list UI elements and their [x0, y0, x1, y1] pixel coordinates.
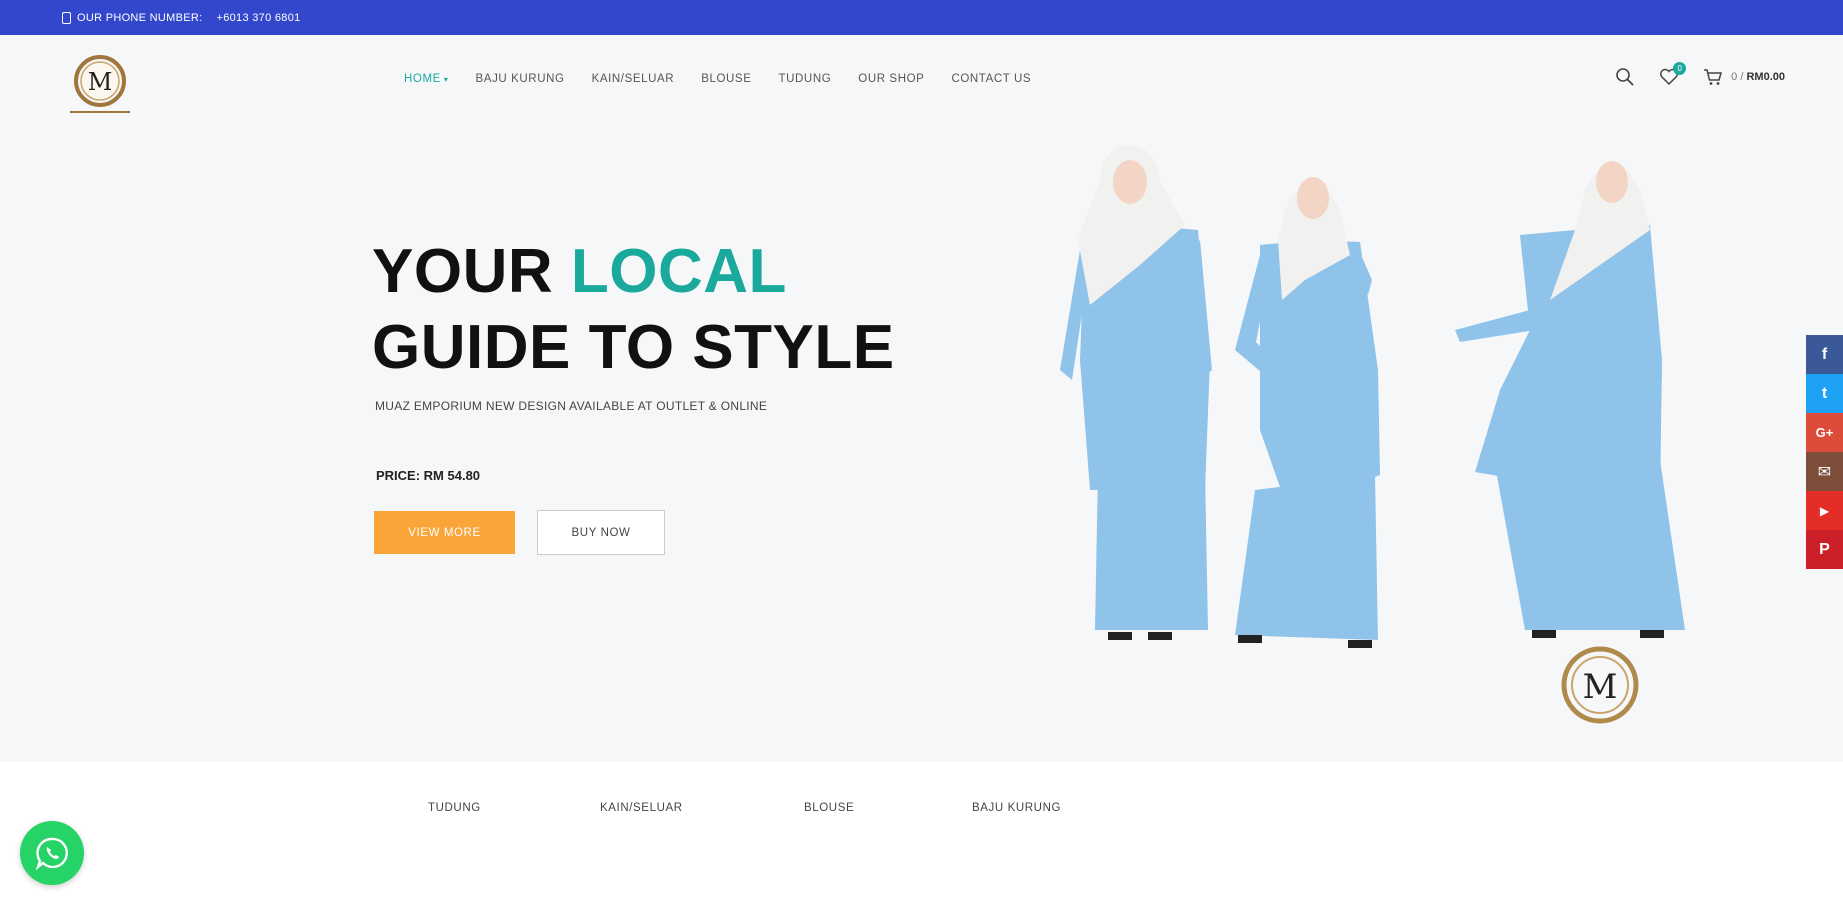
svg-text:M: M	[1583, 667, 1618, 707]
chevron-down-icon: ▾	[443, 75, 449, 84]
hero-subtitle: MUAZ EMPORIUM NEW DESIGN AVAILABLE AT OU…	[375, 399, 768, 413]
cart-summary: 0 / RM0.00	[1731, 71, 1785, 83]
wishlist-count-badge: 0	[1673, 62, 1687, 75]
cart-button[interactable]: 0 / RM0.00	[1703, 68, 1785, 86]
category-baju-kurung[interactable]: BAJU KURUNG	[972, 802, 1061, 814]
phone-icon	[62, 11, 71, 24]
nav-tudung[interactable]: TUDUNG	[778, 73, 831, 85]
model-figure	[1060, 145, 1212, 640]
model-figure	[1235, 177, 1380, 648]
pinterest-icon[interactable]: P	[1806, 530, 1843, 569]
category-tudung[interactable]: TUDUNG	[428, 802, 481, 814]
category-blouse[interactable]: BLOUSE	[804, 802, 854, 814]
google-plus-icon[interactable]: G+	[1806, 413, 1843, 452]
email-icon[interactable]: ✉	[1806, 452, 1843, 491]
top-bar: OUR PHONE NUMBER: +6013 370 6801	[0, 0, 1843, 35]
nav-kain-seluar[interactable]: KAIN/SELUAR	[592, 73, 675, 85]
whatsapp-button[interactable]	[20, 821, 84, 885]
header-actions: 0 0 / RM0.00	[1615, 62, 1785, 87]
nav-home[interactable]: HOME ▾	[404, 73, 449, 85]
svg-text:M: M	[88, 68, 113, 96]
category-kain-seluar[interactable]: KAIN/SELUAR	[600, 802, 683, 814]
twitter-icon[interactable]: t	[1806, 374, 1843, 413]
nav-blouse[interactable]: BLOUSE	[701, 73, 751, 85]
social-share-bar: f t G+ ✉ ▶ P	[1806, 335, 1843, 569]
watermark-logo: M	[1561, 646, 1639, 724]
model-figure	[1455, 161, 1685, 638]
site-header: M HOME ▾ BAJU KURUNG KAIN/SELUAR BLOUSE T…	[0, 35, 1843, 130]
hero-price: PRICE: RM 54.80	[376, 468, 481, 483]
youtube-icon[interactable]: ▶	[1806, 491, 1843, 530]
facebook-icon[interactable]: f	[1806, 335, 1843, 374]
phone-number[interactable]: +6013 370 6801	[217, 12, 301, 24]
nav-baju-kurung[interactable]: BAJU KURUNG	[476, 73, 565, 85]
wishlist-button[interactable]: 0	[1659, 62, 1687, 86]
nav-our-shop[interactable]: OUR SHOP	[858, 73, 924, 85]
hero-title: YOUR LOCAL GUIDE TO STYLE	[372, 237, 895, 382]
nav-contact-us[interactable]: CONTACT US	[951, 73, 1031, 85]
category-strip: TUDUNG KAIN/SELUAR BLOUSE BAJU KURUNG	[0, 762, 1843, 852]
cart-icon	[1704, 69, 1723, 85]
brand-logo[interactable]: M	[64, 49, 136, 119]
whatsapp-icon	[35, 837, 68, 870]
view-more-button[interactable]: VIEW MORE	[374, 511, 515, 554]
hero-banner: YOUR LOCAL GUIDE TO STYLE MUAZ EMPORIUM …	[0, 130, 1843, 762]
main-nav: HOME ▾ BAJU KURUNG KAIN/SELUAR BLOUSE TUD…	[404, 73, 1058, 85]
buy-now-button[interactable]: BUY NOW	[537, 510, 665, 555]
hero-models-image: M	[1060, 145, 1685, 724]
search-icon[interactable]	[1615, 67, 1635, 87]
phone-label: OUR PHONE NUMBER:	[77, 11, 203, 24]
